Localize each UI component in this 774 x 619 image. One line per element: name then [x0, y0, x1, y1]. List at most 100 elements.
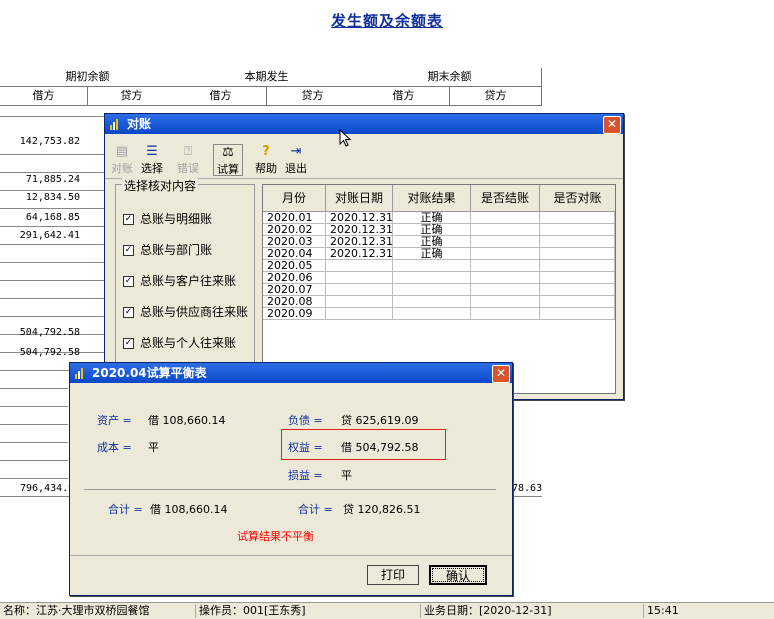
reconcile-close-button[interactable]: ✕ [603, 116, 621, 134]
table-cell[interactable] [471, 284, 540, 296]
col-reconcile-date: 对账日期 [326, 185, 393, 212]
table-cell[interactable] [540, 272, 615, 284]
date-cell[interactable]: 2020.12.31 [326, 248, 393, 260]
table-cell[interactable] [471, 236, 540, 248]
table-cell[interactable] [540, 260, 615, 272]
table-cell[interactable] [393, 272, 471, 284]
table-cell[interactable] [540, 224, 615, 236]
liabilities-value: 贷 625,619.09 [341, 414, 419, 427]
equity-value: 借 504,792.58 [341, 441, 419, 454]
table-cell[interactable] [326, 296, 393, 308]
table-cell[interactable] [540, 296, 615, 308]
subheader-credit-3: 贷方 [450, 87, 542, 106]
help-button[interactable]: ? 帮助 [251, 144, 281, 176]
error-button[interactable]: ⍰ 错误 [173, 144, 203, 176]
trial-balance-titlebar[interactable]: 2020.04试算平衡表 ✕ [70, 363, 512, 383]
profit-loss-label: 损益 = [288, 469, 323, 482]
select-list-icon: ☰ [146, 144, 158, 159]
table-cell[interactable] [471, 260, 540, 272]
divider [84, 489, 496, 490]
check-content-title: 选择核对内容 [122, 177, 199, 194]
checkbox-checked-icon[interactable]: ✓ [123, 276, 134, 287]
table-cell[interactable] [393, 284, 471, 296]
table-cell[interactable] [471, 248, 540, 260]
total-debit-label: 合计 = [108, 503, 143, 516]
table-cell[interactable] [326, 308, 393, 320]
checkbox-checked-icon[interactable]: ✓ [123, 338, 134, 349]
table-cell[interactable] [471, 272, 540, 284]
opening-debit-value: 504,792.58 [19, 347, 80, 358]
col-month: 月份 [263, 185, 326, 212]
option-ledger-personal[interactable]: ✓ 总账与个人往来账 [123, 334, 236, 351]
table-cell[interactable] [471, 212, 540, 224]
trial-balance-close-button[interactable]: ✕ [492, 365, 510, 383]
table-cell[interactable] [393, 308, 471, 320]
reconcile-button[interactable]: ▤ 对账 [107, 144, 137, 176]
opening-total-value: 796,434.9 [20, 483, 75, 494]
table-cell[interactable] [540, 308, 615, 320]
scale-icon: ⚖ [222, 145, 234, 160]
table-cell[interactable] [540, 284, 615, 296]
table-cell[interactable] [393, 296, 471, 308]
assets-label: 资产 = [97, 414, 132, 427]
reconcile-window: 对账 ✕ ▤ 对账 ☰ 选择 ⍰ 错误 ⚖ 试算 ? 帮助 ⇥ 退出 选择核对内… [104, 113, 624, 400]
month-cell[interactable]: 2020.09 [263, 308, 326, 320]
opening-debit-value: 12,834.50 [25, 192, 80, 203]
subheader-credit-2: 贷方 [267, 87, 359, 106]
exit-door-icon: ⇥ [290, 144, 302, 159]
table-cell[interactable] [471, 224, 540, 236]
header-current-amount: 本期发生 [175, 68, 359, 87]
subheader-credit-1: 贷方 [88, 87, 176, 106]
result-cell[interactable]: 正确 [393, 248, 471, 260]
col-reconciled: 是否对账 [540, 185, 615, 212]
checkbox-checked-icon[interactable]: ✓ [123, 245, 134, 256]
subheader-debit-1: 借方 [0, 87, 88, 106]
table-cell[interactable] [393, 260, 471, 272]
table-cell[interactable] [326, 284, 393, 296]
table-cell[interactable] [540, 236, 615, 248]
total-debit-value: 借 108,660.14 [150, 503, 228, 516]
chart-icon [75, 368, 83, 379]
trial-balance-button[interactable]: ⚖ 试算 [213, 144, 243, 176]
print-button[interactable]: 打印 [367, 565, 419, 585]
option-ledger-department[interactable]: ✓ 总账与部门账 [123, 241, 212, 258]
table-cell[interactable] [326, 272, 393, 284]
checkbox-checked-icon[interactable]: ✓ [123, 307, 134, 318]
select-button[interactable]: ☰ 选择 [137, 144, 167, 176]
opening-debit-value: 64,168.85 [25, 212, 80, 223]
table-cell[interactable] [471, 296, 540, 308]
opening-debit-value: 71,885.24 [25, 174, 80, 185]
table-cell[interactable] [471, 308, 540, 320]
reconcile-titlebar[interactable]: 对账 ✕ [105, 114, 623, 134]
report-title: 发生额及余额表 [330, 12, 443, 30]
closing-credit-value: 78.63 [512, 483, 543, 494]
reconcile-icon: ▤ [115, 144, 129, 159]
option-ledger-supplier[interactable]: ✓ 总账与供应商往来账 [123, 303, 248, 320]
status-operator: 操作员：001[王东秀] [195, 604, 417, 618]
option-ledger-detail[interactable]: ✓ 总账与明细账 [123, 210, 212, 227]
help-icon: ? [262, 144, 270, 159]
subheader-debit-2: 借方 [175, 87, 267, 106]
opening-debit-value: 291,642.41 [19, 230, 80, 241]
status-company: 名称：江苏·大理市双桥园餐馆 [3, 604, 150, 617]
chart-icon [110, 119, 118, 130]
total-credit-label: 合计 = [298, 503, 333, 516]
checkbox-checked-icon[interactable]: ✓ [123, 214, 134, 225]
opening-debit-value: 504,792.58 [19, 327, 80, 338]
trial-balance-panel: 资产 = 借 108,660.14 负债 = 贷 625,619.09 成本 =… [70, 385, 512, 556]
status-time: 15:41 [643, 604, 772, 618]
cost-label: 成本 = [97, 441, 132, 454]
table-cell[interactable] [540, 248, 615, 260]
opening-debit-value: 142,753.82 [19, 136, 80, 147]
confirm-button[interactable]: 确认 [429, 565, 487, 585]
trial-balance-dialog: 2020.04试算平衡表 ✕ 资产 = 借 108,660.14 负债 = 贷 … [69, 362, 513, 596]
trial-balance-title: 2020.04试算平衡表 [92, 366, 207, 380]
question-doc-icon: ⍰ [184, 144, 192, 159]
table-cell[interactable] [326, 260, 393, 272]
exit-button[interactable]: ⇥ 退出 [281, 144, 311, 176]
table-cell[interactable] [540, 212, 615, 224]
liabilities-label: 负债 = [288, 414, 323, 427]
col-reconcile-result: 对账结果 [393, 185, 471, 212]
option-ledger-customer[interactable]: ✓ 总账与客户往来账 [123, 272, 236, 289]
equity-label: 权益 = [288, 441, 323, 454]
